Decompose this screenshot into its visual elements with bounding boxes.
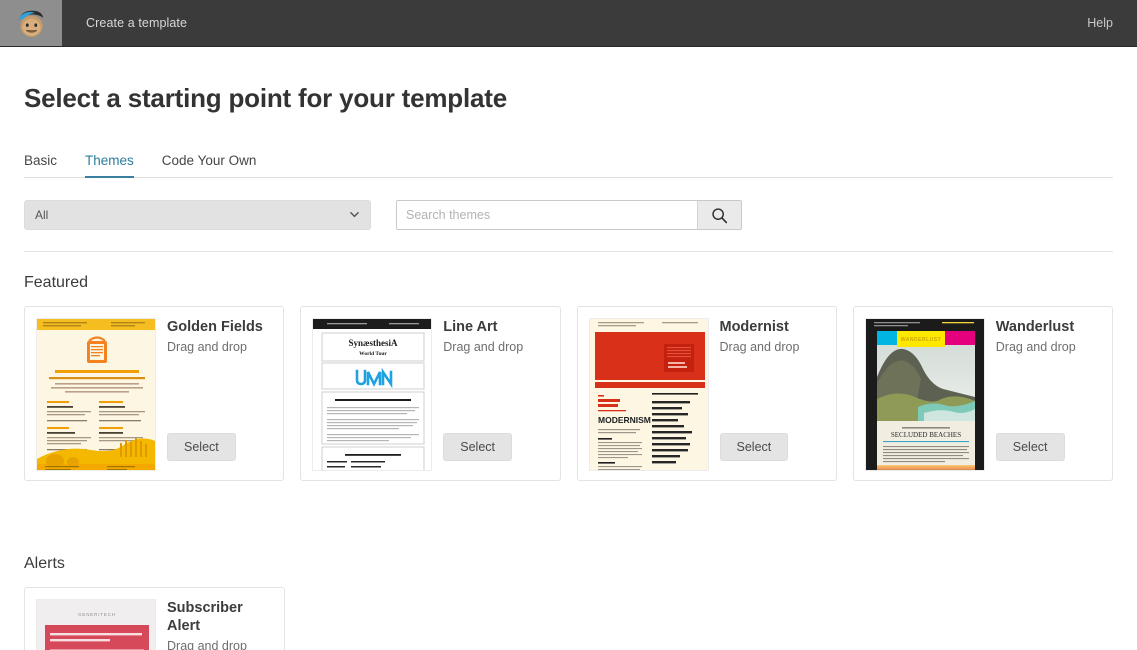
tab-themes[interactable]: Themes	[85, 153, 134, 178]
template-subtitle: Drag and drop	[719, 340, 800, 355]
template-thumbnail-golden-fields	[36, 318, 156, 471]
section-title-featured: Featured	[24, 274, 89, 291]
template-type-tabs: Basic Themes Code Your Own	[24, 153, 1113, 178]
template-subtitle: Drag and drop	[443, 340, 524, 355]
template-name: Line Art	[443, 319, 498, 335]
select-button[interactable]: Select	[719, 433, 789, 461]
card-body: Modernist Drag and drop Select	[709, 318, 825, 469]
template-name: Golden Fields	[167, 319, 263, 335]
template-thumbnail-wanderlust: WANDERLUST SECLUDED BEACHES	[864, 318, 985, 471]
template-card-wanderlust[interactable]: WANDERLUST SECLUDED BEACHES Wanderlust D…	[852, 306, 1113, 481]
template-name: Wanderlust	[995, 319, 1075, 335]
template-subtitle: Drag and drop	[167, 340, 247, 355]
template-name: Subscriber Alert	[167, 600, 243, 635]
template-thumbnail-subscriber-alert: GENERITECH	[36, 599, 156, 650]
theme-search	[396, 200, 742, 230]
svg-text:SECLUDED BEACHES: SECLUDED BEACHES	[891, 431, 961, 439]
alerts-template-grid: GENERITECH Subscriber Alert Drag and dro…	[24, 587, 1113, 650]
select-button[interactable]: Select	[167, 433, 236, 461]
help-link[interactable]: Help	[1087, 16, 1113, 30]
category-select[interactable]: All	[24, 200, 371, 230]
template-card-subscriber-alert[interactable]: GENERITECH Subscriber Alert Drag and dro…	[24, 587, 285, 650]
featured-template-grid: Golden Fields Drag and drop Select Synæs…	[24, 306, 1113, 481]
section-title-alerts: Alerts	[24, 555, 65, 572]
topbar-title: Create a template	[86, 16, 188, 30]
filter-row: All	[24, 200, 1113, 252]
template-card-line-art[interactable]: SynæsthesiA World Tour Line Art Drag and…	[300, 306, 561, 481]
topbar-right-actions: Help	[1087, 0, 1137, 46]
svg-text:World Tour: World Tour	[359, 351, 387, 357]
card-body: Subscriber Alert Drag and drop Select	[156, 599, 273, 650]
search-icon	[712, 207, 728, 223]
top-navigation-bar: Create a template Help	[0, 0, 1137, 47]
tab-code-your-own[interactable]: Code Your Own	[162, 153, 257, 178]
svg-text:MODERNISM: MODERNISM	[598, 415, 651, 425]
page-content: Select a starting point for your templat…	[0, 83, 1137, 650]
card-body: Line Art Drag and drop Select	[432, 318, 548, 469]
search-input[interactable]	[397, 201, 697, 229]
golden-fields-preview-icon	[37, 319, 155, 470]
search-button[interactable]	[697, 201, 741, 229]
template-subtitle: Drag and drop	[167, 639, 247, 650]
subscriber-alert-preview-icon: GENERITECH	[37, 600, 155, 650]
card-body: Golden Fields Drag and drop Select	[156, 318, 272, 469]
template-thumbnail-modernist: MODERNISM	[588, 318, 709, 471]
svg-text:GENERITECH: GENERITECH	[78, 612, 116, 617]
svg-text:WANDERLUST: WANDERLUST	[901, 337, 941, 343]
select-button[interactable]: Select	[995, 433, 1065, 461]
tab-basic[interactable]: Basic	[24, 153, 57, 178]
select-button[interactable]: Select	[443, 433, 512, 461]
mailchimp-logo-block[interactable]	[0, 0, 62, 46]
template-subtitle: Drag and drop	[995, 340, 1076, 355]
page-title: Select a starting point for your templat…	[24, 83, 507, 113]
card-body: Wanderlust Drag and drop Select	[985, 318, 1101, 469]
template-name: Modernist	[719, 319, 789, 335]
template-card-golden-fields[interactable]: Golden Fields Drag and drop Select	[24, 306, 285, 481]
modernist-preview-icon: MODERNISM	[589, 319, 708, 470]
svg-text:SynæsthesiA: SynæsthesiA	[349, 338, 399, 348]
wanderlust-preview-icon: WANDERLUST SECLUDED BEACHES	[865, 319, 984, 470]
template-card-modernist[interactable]: MODERNISM Modernist Drag and drop Select	[576, 306, 837, 481]
line-art-preview-icon: SynæsthesiA World Tour	[313, 319, 432, 470]
category-select-value[interactable]: All	[24, 200, 371, 230]
template-thumbnail-line-art: SynæsthesiA World Tour	[312, 318, 433, 471]
mailchimp-freddie-logo-icon	[18, 10, 44, 37]
